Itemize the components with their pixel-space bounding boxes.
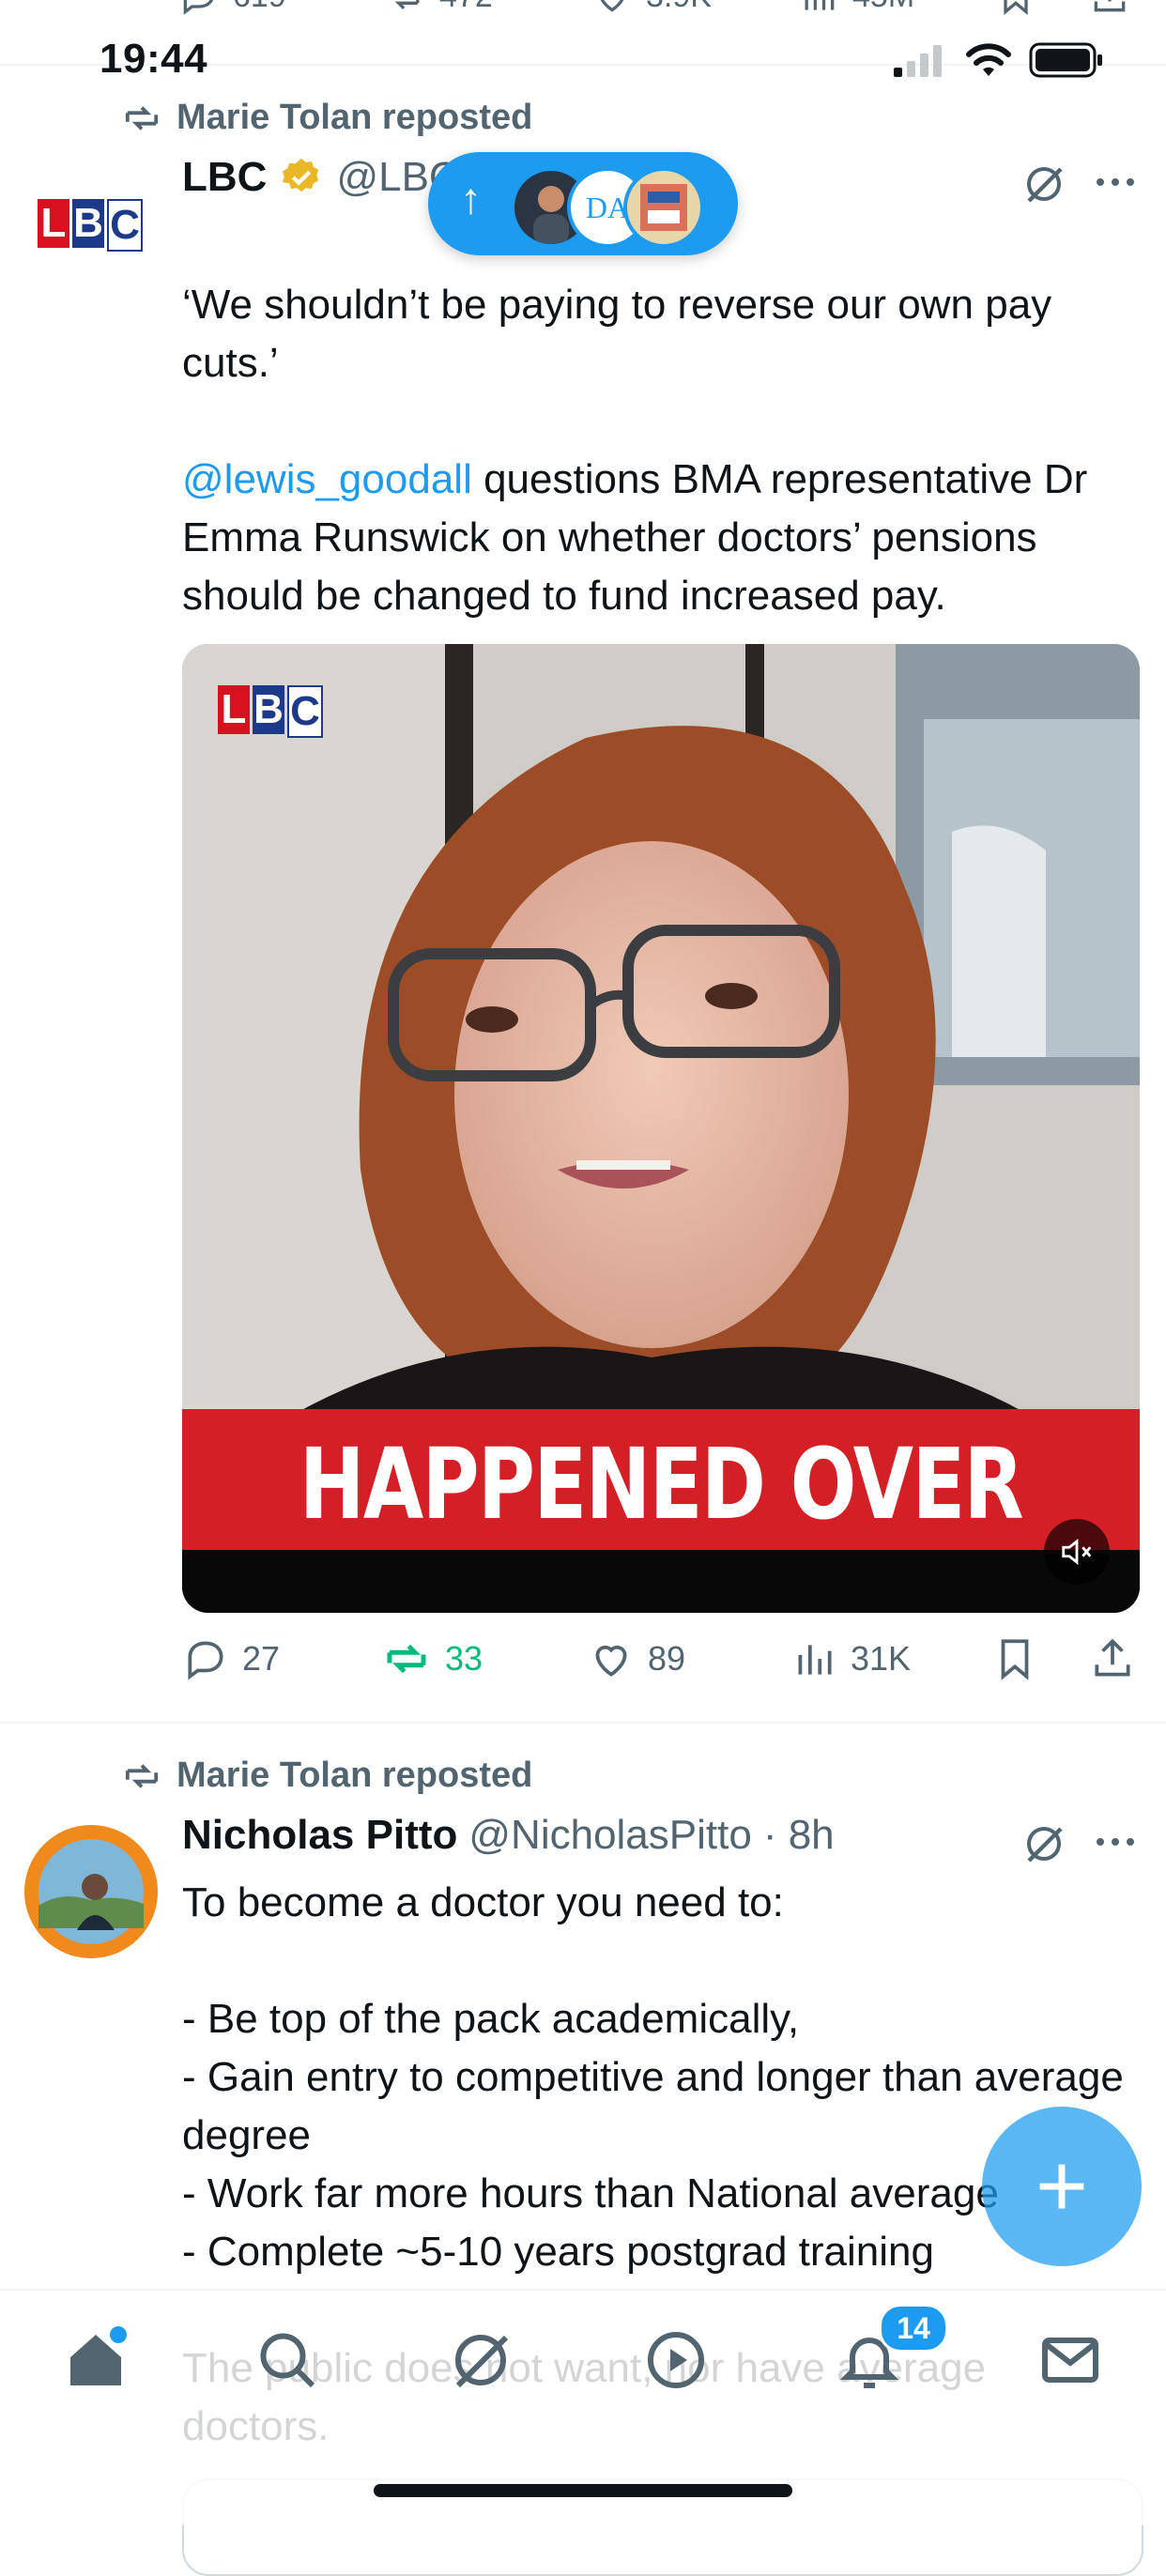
bookmark-button[interactable] (995, 0, 1036, 17)
tweet-text-intro: ‘We shouldn’t be paying to reverse our o… (182, 282, 1052, 386)
muted-speaker-icon (1062, 1538, 1092, 1566)
repost-icon (125, 105, 159, 130)
repost-icon (394, 0, 420, 10)
arrow-up-icon: ↑ (460, 174, 482, 222)
grok-icon[interactable] (1021, 161, 1066, 207)
tweet-actions: 27 33 89 31K (182, 1635, 1140, 1688)
share-icon (1095, 1638, 1130, 1677)
tweet-header: Nicholas Pitto @NicholasPitto · 8h (182, 1812, 835, 1859)
more-options-icon[interactable] (1095, 175, 1136, 190)
views-button[interactable]: 31K (790, 1635, 911, 1682)
repost-indicator[interactable]: Marie Tolan reposted (120, 98, 532, 138)
mail-icon[interactable] (1036, 2326, 1104, 2394)
author-name[interactable]: Nicholas Pitto (182, 1812, 457, 1859)
reply-icon (188, 1641, 223, 1680)
search-icon[interactable] (253, 2326, 321, 2394)
mention-link[interactable]: @lewis_goodall (182, 456, 472, 502)
bookmark-button[interactable] (991, 1635, 1038, 1682)
grok-icon[interactable] (1021, 1821, 1066, 1866)
compose-button[interactable]: + (982, 2107, 1142, 2266)
repost-icon (125, 1763, 159, 1788)
repost-button[interactable]: 33 (381, 1635, 483, 1682)
avatar[interactable] (24, 1825, 158, 1958)
previous-tweet-actions: 619 472 3.9K 45M (178, 0, 1136, 23)
author-name[interactable]: LBC (182, 154, 267, 201)
pill-avatar-3 (623, 167, 704, 248)
share-button[interactable] (1089, 1635, 1136, 1682)
repost-button[interactable]: 472 (385, 0, 493, 17)
battery-icon (1029, 42, 1102, 78)
grok-icon[interactable] (447, 2326, 514, 2394)
repost-count: 472 (439, 0, 493, 15)
video-caption: HAPPENED OVER (299, 1427, 1024, 1541)
divider (0, 1722, 1166, 1724)
heart-icon (595, 1645, 627, 1677)
status-icons (892, 41, 1104, 79)
reply-count: 27 (242, 1639, 281, 1678)
mute-button[interactable] (1044, 1519, 1110, 1585)
repost-indicator[interactable]: Marie Tolan reposted (120, 1756, 532, 1796)
tweet-header: LBC @LBC (182, 154, 459, 201)
bookmark-icon (1004, 0, 1028, 16)
views-count: 31K (851, 1639, 912, 1678)
share-button[interactable] (1089, 0, 1130, 17)
home-icon[interactable] (62, 2326, 130, 2394)
like-count: 3.9K (646, 0, 712, 15)
video-icon[interactable] (642, 2326, 710, 2394)
tweet-text: ‘We shouldn’t be paying to reverse our o… (182, 218, 1140, 625)
repost-icon (387, 1644, 426, 1674)
video-lbc-logo: L B C (218, 685, 323, 738)
author-handle[interactable]: @NicholasPitto (468, 1812, 751, 1859)
views-icon (805, 0, 835, 10)
views-icon (798, 1645, 832, 1675)
repost-label: Marie Tolan reposted (176, 98, 533, 137)
like-count: 89 (648, 1639, 686, 1678)
reply-button[interactable]: 27 (182, 1635, 280, 1682)
share-icon (1094, 0, 1126, 12)
bookmark-icon (1001, 1639, 1029, 1680)
home-indicator[interactable] (374, 2484, 792, 2497)
reply-button[interactable]: 619 (178, 0, 286, 17)
like-button[interactable]: 3.9K (591, 0, 712, 17)
views-button[interactable]: 45M (798, 0, 914, 17)
new-posts-pill[interactable]: ↑ DA (428, 152, 738, 255)
reply-count: 619 (233, 0, 286, 15)
repost-count: 33 (445, 1639, 483, 1678)
verified-badge-icon (283, 158, 319, 192)
status-time: 19:44 (100, 36, 208, 82)
wifi-icon (966, 43, 1011, 76)
repost-label: Marie Tolan reposted (176, 1756, 533, 1795)
heart-icon (600, 0, 624, 12)
notifications-badge: 14 (879, 2304, 948, 2353)
views-count: 45M (852, 0, 914, 15)
more-options-icon[interactable] (1095, 1834, 1136, 1849)
reply-icon (183, 0, 214, 15)
video-player[interactable]: L B C HAPPENED OVER (182, 644, 1140, 1613)
like-button[interactable]: 89 (588, 1635, 685, 1682)
avatar[interactable]: L B C (38, 199, 143, 252)
cellular-signal-icon (894, 45, 942, 77)
tweet-time: · 8h (762, 1812, 835, 1858)
avatar-image (24, 1825, 158, 1958)
lbc-logo: L B C (38, 199, 143, 252)
